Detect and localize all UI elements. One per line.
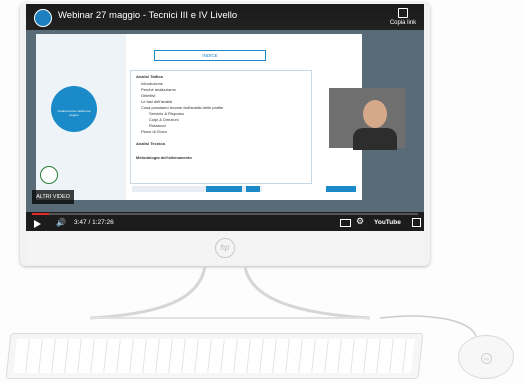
all-in-one-computer-photo: Webinar 27 maggio - Tecnici III e IV Liv… (0, 0, 522, 383)
keyboard-keys[interactable] (13, 339, 415, 373)
monitor-stand (89, 265, 477, 337)
hp-logo-mouse: hp (481, 353, 492, 364)
mouse[interactable]: hp (458, 335, 514, 379)
keyboard[interactable] (5, 333, 424, 379)
